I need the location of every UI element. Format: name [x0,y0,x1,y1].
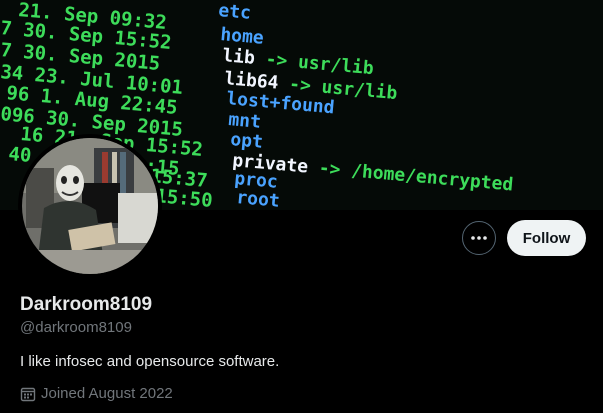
avatar-image [22,138,158,274]
joined-date: Joined August 2022 [20,385,173,402]
user-handle: @darkroom8109 [20,319,132,336]
more-options-button[interactable] [462,221,496,255]
avatar[interactable] [22,138,158,274]
calendar-icon [20,387,36,401]
profile-bio: I like infosec and opensource software. [20,353,280,370]
banner-right-line: etc [218,0,252,24]
display-name: Darkroom8109 [20,294,153,315]
follow-button[interactable]: Follow [507,220,586,256]
joined-label: Joined August 2022 [41,385,173,402]
banner-right-line: root [236,187,281,210]
banner-left-line: 15:50 [155,185,214,210]
more-dots-icon [471,236,487,240]
